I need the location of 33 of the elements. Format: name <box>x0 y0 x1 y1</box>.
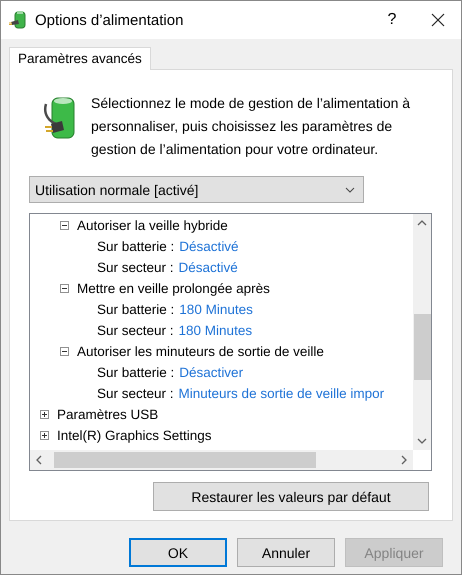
setting-label: Sur secteur : <box>97 323 174 338</box>
setting-value[interactable]: Désactiver <box>179 365 244 380</box>
setting-value[interactable]: 180 Minutes <box>178 323 252 338</box>
dialog-button[interactable]: Annuler <box>237 538 335 567</box>
expand-icon[interactable] <box>40 410 49 419</box>
tree-item[interactable]: Autoriser la veille hybride <box>77 218 228 233</box>
collapse-icon[interactable] <box>60 284 69 293</box>
scrollbar-thumb[interactable] <box>54 452 316 468</box>
setting-value[interactable]: Désactivé <box>179 239 239 254</box>
dialog-button[interactable]: OK <box>129 538 227 567</box>
tree-item[interactable]: Paramètres USB <box>57 407 158 422</box>
setting-label: Sur batterie : <box>97 239 174 254</box>
tree-item[interactable]: Mettre en veille prolongée après <box>77 281 270 296</box>
tree-item[interactable]: Autoriser les minuteurs de sortie de veille <box>77 344 324 359</box>
help-button[interactable]: ? <box>369 11 415 29</box>
description-text: Sélectionnez le mode de gestion de l’alimentation à personnaliser, puis choisissez les paramètres de gestion de l’alimentation pour votre ordinateur. <box>91 94 412 159</box>
plan-dropdown[interactable]: Utilisation normale [activé] <box>29 176 364 203</box>
tree-item[interactable]: Intel(R) Graphics Settings <box>57 428 212 443</box>
setting-label: Sur batterie : <box>97 365 174 380</box>
collapse-icon[interactable] <box>60 347 69 356</box>
setting-value[interactable]: 180 Minutes <box>179 302 253 317</box>
window-title: Options d’alimentation <box>35 12 184 28</box>
collapse-icon[interactable] <box>60 221 69 230</box>
restore-defaults-button[interactable]: Restaurer les valeurs par défaut <box>153 482 429 511</box>
setting-label: Sur batterie : <box>97 302 174 317</box>
setting-label: Sur secteur : <box>97 260 174 275</box>
chevron-down-icon <box>345 186 355 192</box>
setting-value[interactable]: Minuteurs de sortie de veille impor <box>178 386 384 401</box>
setting-label: Sur secteur : <box>97 386 174 401</box>
scrollbar-thumb[interactable] <box>414 314 430 380</box>
expand-icon[interactable] <box>40 431 49 440</box>
tab[interactable]: Paramètres avancés <box>9 47 151 70</box>
setting-value[interactable]: Désactivé <box>178 260 238 275</box>
